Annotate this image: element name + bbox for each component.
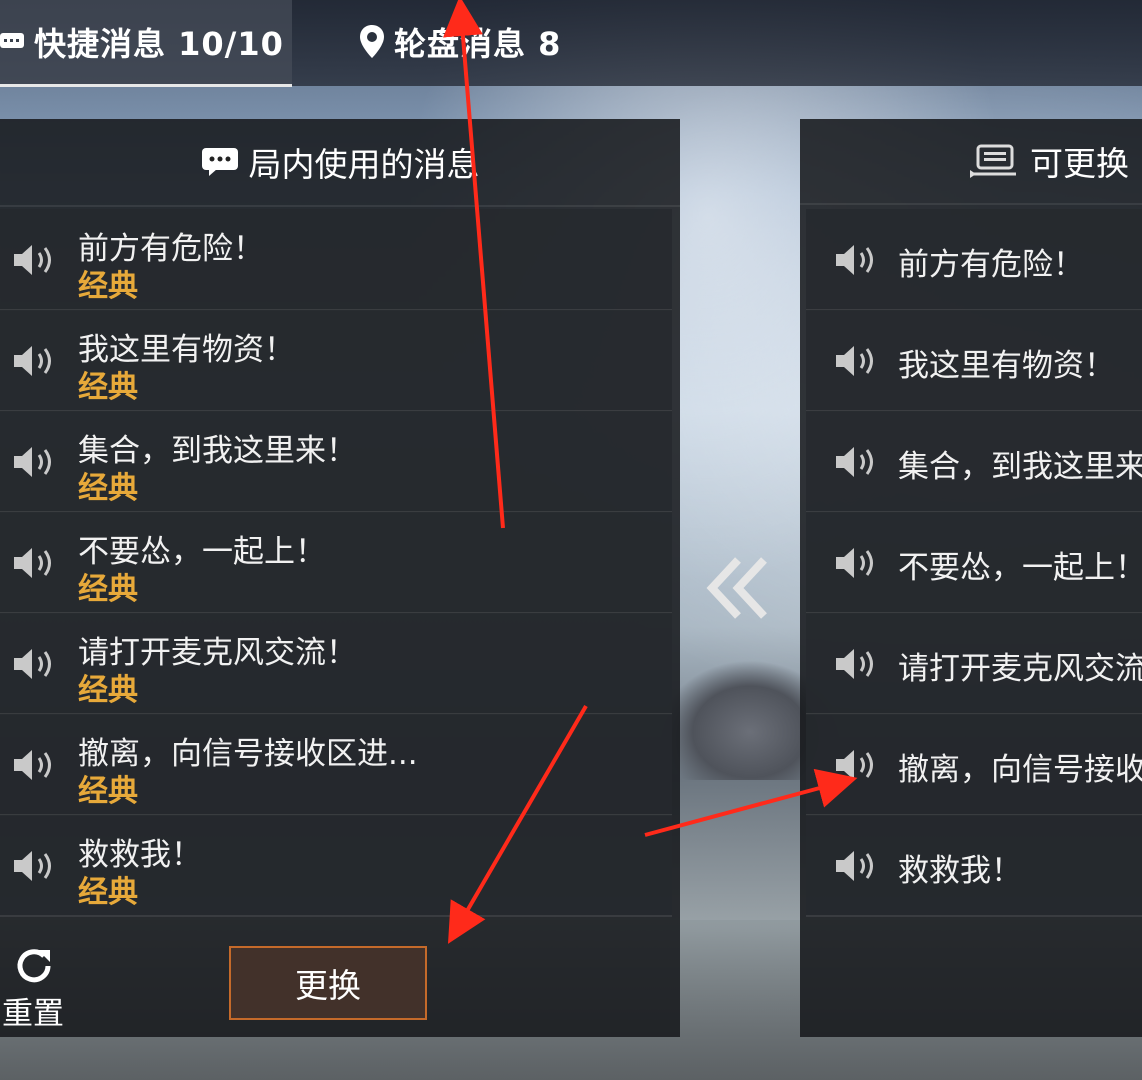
message-tag: 经典 bbox=[78, 572, 138, 607]
message-row[interactable]: 我这里有物资！ 经典 bbox=[0, 310, 672, 412]
chat-icon bbox=[0, 31, 26, 53]
speaker-icon bbox=[12, 746, 58, 788]
speaker-icon bbox=[834, 241, 880, 283]
message-row[interactable]: 不要怂，一起上！ 经典 bbox=[0, 512, 672, 614]
tab-quick-messages[interactable]: 快捷消息 10/10 bbox=[0, 0, 292, 87]
panel-title-in-game: 局内使用的消息 bbox=[248, 145, 480, 184]
replaceable-row[interactable]: 我这里有物资！ bbox=[806, 310, 1142, 412]
tab-wheel-messages-label: 轮盘消息 8 bbox=[394, 25, 562, 63]
message-text: 救救我！ bbox=[898, 853, 1022, 889]
panel-header-in-game: 局内使用的消息 bbox=[0, 119, 680, 207]
message-text: 不要怂，一起上！ bbox=[898, 550, 1142, 586]
message-row[interactable]: 请打开麦克风交流！ 经典 bbox=[0, 613, 672, 715]
message-row[interactable]: 前方有危险！ 经典 bbox=[0, 209, 672, 311]
message-tag: 经典 bbox=[78, 471, 138, 506]
message-text: 我这里有物资！ bbox=[898, 348, 1115, 384]
message-row[interactable]: 救救我！ 经典 bbox=[0, 815, 672, 917]
reset-label: 重置 bbox=[2, 996, 64, 1032]
replaceable-row[interactable]: 集合，到我这里来 bbox=[806, 411, 1142, 513]
message-row[interactable]: 撤离，向信号接收区进... 经典 bbox=[0, 714, 672, 816]
speaker-icon bbox=[834, 342, 880, 384]
message-stack-icon bbox=[968, 144, 1020, 178]
message-row[interactable]: 集合，到我这里来！ 经典 bbox=[0, 411, 672, 513]
message-tag: 经典 bbox=[78, 774, 138, 809]
panel-title-replaceable: 可更换 bbox=[1030, 144, 1129, 183]
message-tag: 经典 bbox=[78, 269, 138, 304]
message-tag: 经典 bbox=[78, 875, 138, 910]
tab-quick-messages-label: 快捷消息 10/10 bbox=[34, 25, 284, 63]
speaker-icon bbox=[12, 645, 58, 687]
speaker-icon bbox=[12, 847, 58, 889]
replaceable-row[interactable]: 请打开麦克风交流 bbox=[806, 613, 1142, 715]
speaker-icon bbox=[12, 241, 58, 283]
reset-button[interactable]: 重置 bbox=[0, 940, 70, 1032]
speaker-icon bbox=[834, 443, 880, 485]
speaker-icon bbox=[12, 544, 58, 586]
top-tab-bar: 快捷消息 10/10 轮盘消息 8 bbox=[0, 0, 1142, 87]
replaceable-row[interactable]: 撤离，向信号接收 bbox=[806, 714, 1142, 816]
refresh-icon bbox=[12, 944, 56, 992]
speaker-icon bbox=[834, 746, 880, 788]
message-text: 前方有危险！ bbox=[898, 247, 1084, 283]
speaker-icon bbox=[12, 443, 58, 485]
replaceable-messages-panel: 可更换 前方有危险！ 我这里有物资！ 集合，到我这里来 不要怂，一起上！ 请打开… bbox=[800, 119, 1142, 1037]
message-tag: 经典 bbox=[78, 370, 138, 405]
chat-bubble-icon bbox=[201, 147, 239, 177]
replaceable-row[interactable]: 前方有危险！ bbox=[806, 209, 1142, 311]
speaker-icon bbox=[834, 544, 880, 586]
message-tag: 经典 bbox=[78, 673, 138, 708]
speaker-icon bbox=[12, 342, 58, 384]
speaker-icon bbox=[834, 645, 880, 687]
replace-button[interactable]: 更换 bbox=[229, 946, 427, 1020]
double-chevron-left-icon[interactable] bbox=[704, 556, 770, 624]
speaker-icon bbox=[834, 847, 880, 889]
message-text: 请打开麦克风交流 bbox=[898, 651, 1142, 687]
replaceable-row[interactable]: 不要怂，一起上！ bbox=[806, 512, 1142, 614]
message-text: 集合，到我这里来 bbox=[898, 449, 1142, 485]
message-text: 撤离，向信号接收 bbox=[898, 752, 1142, 788]
replaceable-row[interactable]: 救救我！ bbox=[806, 815, 1142, 917]
tab-wheel-messages[interactable]: 轮盘消息 8 bbox=[358, 0, 561, 84]
in-game-messages-panel: 局内使用的消息 前方有危险！ 经典 我这里有物资！ 经典 集合，到我这里来！ 经… bbox=[0, 119, 680, 1037]
location-pin-icon bbox=[358, 24, 386, 60]
panel-header-replaceable: 可更换 bbox=[800, 119, 1142, 205]
